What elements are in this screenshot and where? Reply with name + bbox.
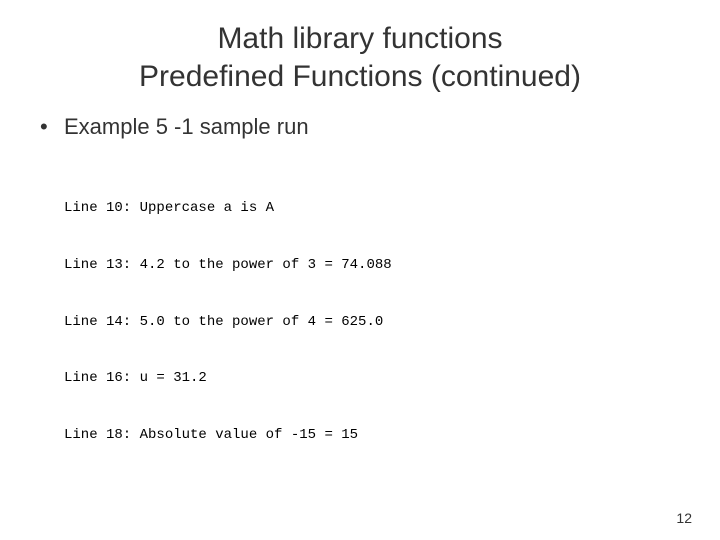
title-line-2: Predefined Functions (continued) [139,60,581,93]
code-line: Line 18: Absolute value of -15 = 15 [64,426,680,445]
bullet-dot-icon: • [40,113,64,142]
slide: Math library functions Predefined Functi… [0,0,720,540]
bullet-text: Example 5 -1 sample run [64,113,309,142]
title-line-1: Math library functions [217,22,502,55]
code-line: Line 14: 5.0 to the power of 4 = 625.0 [64,313,680,332]
page-number: 12 [676,510,692,526]
code-line: Line 16: u = 31.2 [64,369,680,388]
bullet-item: • Example 5 -1 sample run [40,113,680,142]
sample-output: Line 10: Uppercase a is A Line 13: 4.2 t… [64,162,680,483]
slide-title: Math library functions Predefined Functi… [0,0,720,95]
code-line: Line 13: 4.2 to the power of 3 = 74.088 [64,256,680,275]
slide-body: • Example 5 -1 sample run Line 10: Upper… [0,95,720,483]
code-line: Line 10: Uppercase a is A [64,199,680,218]
